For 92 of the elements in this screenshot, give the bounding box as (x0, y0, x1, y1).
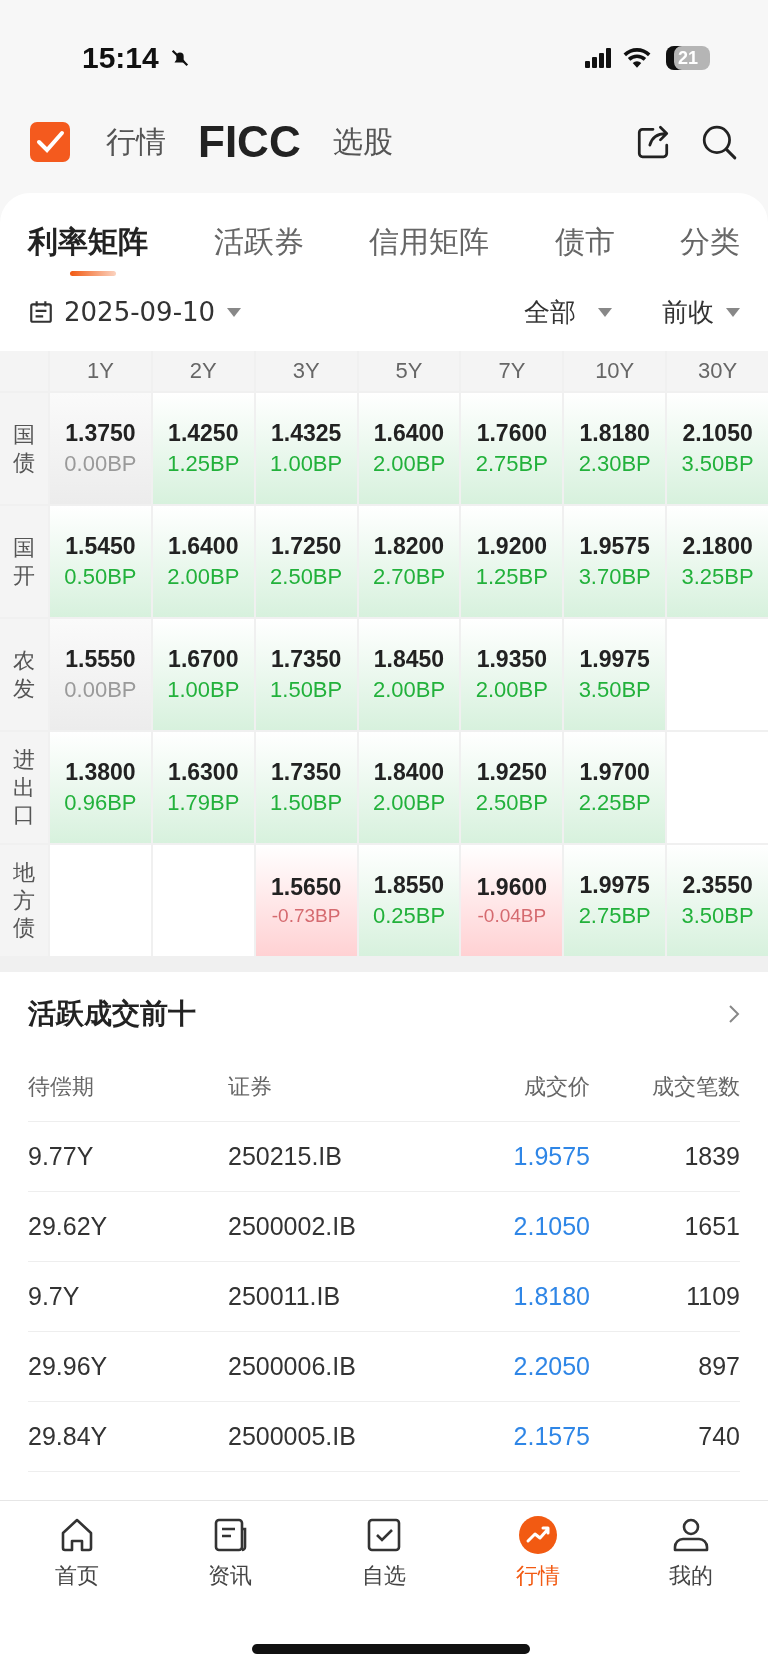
sub-tab[interactable]: 信用矩阵 (369, 217, 489, 279)
table-cell-text: 9.7Y (28, 1282, 81, 1311)
rate-cell[interactable]: 1.8200 2.70BP (358, 506, 460, 617)
table-cell-text: 1651 (683, 1212, 740, 1241)
column-header: 3Y (255, 351, 357, 391)
rate-cell[interactable]: 1.9575 3.70BP (564, 506, 666, 617)
table-cell-text: 1.9575 (512, 1142, 590, 1171)
table-cell-text: 250215.IB (228, 1142, 343, 1171)
wifi-icon (622, 47, 652, 69)
row-label: 国开 (0, 506, 48, 617)
table-cell-text: 29.62Y (28, 1212, 109, 1241)
column-header: 2Y (152, 351, 254, 391)
rate-cell[interactable]: 1.8180 2.30BP (564, 393, 666, 504)
header-tab[interactable]: 行情 (106, 121, 166, 163)
rate-cell[interactable]: 1.9250 2.50BP (461, 732, 563, 843)
table-cell-text: 1109 (685, 1282, 740, 1311)
rate-cell[interactable]: 1.5550 0.00BP (50, 619, 151, 730)
status-time: 15:14 (82, 41, 159, 75)
rate-cell[interactable]: 1.9600 -0.04BP (461, 845, 563, 956)
date-dropdown[interactable]: 2025-09-10 (64, 297, 242, 327)
rate-cell[interactable]: 1.7350 1.50BP (255, 732, 357, 843)
column-header: 成交笔数 (651, 1072, 740, 1101)
rate-cell[interactable]: 1.6400 2.00BP (358, 393, 460, 504)
column-header: 5Y (358, 351, 460, 391)
rate-cell[interactable]: 1.5450 0.50BP (50, 506, 151, 617)
rate-cell[interactable]: 2.3550 3.50BP (667, 845, 768, 956)
basis-dropdown[interactable]: 前收 (662, 294, 740, 330)
chevron-right-icon[interactable] (728, 1004, 740, 1024)
rate-cell[interactable]: 1.6300 1.79BP (152, 732, 254, 843)
rate-cell[interactable]: 1.9200 1.25BP (461, 506, 563, 617)
rate-cell[interactable]: 1.7350 1.50BP (255, 619, 357, 730)
row-label: 国债 (0, 393, 48, 504)
table-cell-text: 1839 (683, 1142, 740, 1171)
rate-cell[interactable]: 1.4250 1.25BP (152, 393, 254, 504)
table-cell-text: 29.84Y (28, 1422, 109, 1451)
rate-cell[interactable]: 1.4325 1.00BP (255, 393, 357, 504)
table-cell-text: 2.2050 (512, 1352, 590, 1381)
rate-cell[interactable]: 1.5650 -0.73BP (255, 845, 357, 956)
table-cell-text: 1.8180 (512, 1282, 590, 1311)
logo-check-icon (30, 122, 70, 162)
rate-cell[interactable]: 1.8450 2.00BP (358, 619, 460, 730)
rate-cell[interactable]: 1.3750 0.00BP (50, 393, 151, 504)
table-cell-text: 9.77Y (28, 1142, 95, 1171)
rate-cell[interactable]: 2.1050 3.50BP (667, 393, 768, 504)
column-header: 成交价 (523, 1072, 590, 1101)
column-header: 7Y (461, 351, 563, 391)
signal-icon (584, 48, 614, 68)
search-icon[interactable] (700, 123, 738, 161)
rate-cell[interactable]: 1.6700 1.00BP (152, 619, 254, 730)
table-cell-text: 2500006.IB (228, 1352, 357, 1381)
section-title: 活跃成交前十 (28, 996, 196, 1032)
header-tab[interactable]: FICC (198, 117, 301, 167)
nav-item[interactable]: 我的 (646, 1515, 737, 1591)
row-label: 地方债 (0, 845, 48, 956)
table-cell-text: 2500002.IB (228, 1212, 357, 1241)
table-cell-text: 2.1050 (512, 1212, 590, 1241)
header-tab[interactable]: 选股 (332, 121, 393, 163)
sub-tab[interactable]: 债市 (554, 217, 615, 279)
rate-cell[interactable]: 1.6400 2.00BP (152, 506, 254, 617)
sub-tab[interactable]: 利率矩阵 (28, 217, 148, 279)
sub-tab[interactable]: 活跃券 (213, 217, 304, 279)
row-label: 农发 (0, 619, 48, 730)
sub-tab[interactable]: 分类 (680, 217, 740, 279)
nav-item[interactable]: 资讯 (185, 1515, 276, 1591)
table-cell-text: 2500005.IB (228, 1422, 357, 1451)
rate-cell[interactable]: 1.9700 2.25BP (564, 732, 666, 843)
table-cell-text: 740 (697, 1422, 740, 1451)
rate-cell[interactable]: 1.9350 2.00BP (461, 619, 563, 730)
column-header: 10Y (564, 351, 666, 391)
nav-item[interactable]: 首页 (31, 1515, 122, 1591)
battery-icon: 21 (666, 46, 710, 70)
row-label: 进出口 (0, 732, 48, 843)
rate-cell[interactable]: 2.1800 3.25BP (667, 506, 768, 617)
rate-cell[interactable]: 1.8550 0.25BP (358, 845, 460, 956)
rate-cell[interactable]: 1.8400 2.00BP (358, 732, 460, 843)
scope-dropdown[interactable]: 全部 (524, 294, 612, 330)
trend-icon (517, 1515, 558, 1555)
column-header: 待偿期 (28, 1072, 95, 1101)
table-cell-text: 29.96Y (28, 1352, 109, 1381)
rate-cell[interactable]: 1.9975 2.75BP (564, 845, 666, 956)
calendar-icon[interactable] (28, 299, 54, 325)
nav-item[interactable]: 自选 (339, 1515, 429, 1591)
table-cell-text: 897 (697, 1352, 740, 1381)
rate-cell[interactable]: 1.3800 0.96BP (50, 732, 151, 843)
table-cell-text: 2.1575 (512, 1422, 590, 1451)
rate-cell[interactable]: 1.9975 3.50BP (564, 619, 666, 730)
rate-cell[interactable]: 1.7600 2.75BP (461, 393, 563, 504)
table-cell-text: 250011.IB (228, 1282, 342, 1311)
column-header: 30Y (667, 351, 768, 391)
column-header: 1Y (50, 351, 151, 391)
column-header: 证券 (228, 1072, 273, 1101)
rate-cell[interactable]: 1.7250 2.50BP (255, 506, 357, 617)
